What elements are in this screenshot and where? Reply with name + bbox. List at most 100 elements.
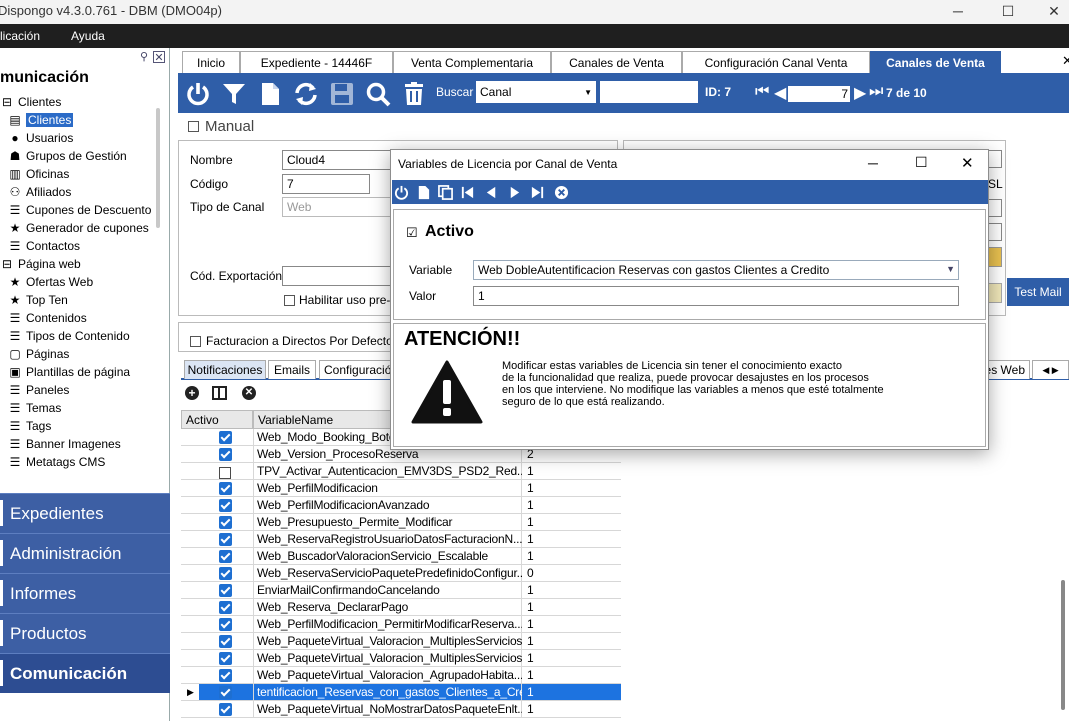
table-row[interactable]: Web_Reserva_DeclararPago 1 bbox=[181, 599, 621, 616]
activo-checkbox[interactable] bbox=[219, 465, 231, 479]
table-row[interactable]: Web_PaqueteVirtual_Valoracion_MultiplesS… bbox=[181, 650, 621, 667]
filter-icon[interactable] bbox=[221, 81, 247, 107]
tree-item[interactable]: ★ Generador de cupones bbox=[8, 219, 149, 237]
manual-checkbox[interactable] bbox=[188, 121, 199, 132]
tree-item[interactable]: ☰ Contactos bbox=[8, 237, 80, 255]
variable-select[interactable]: Web DobleAutentificacion Reservas con ga… bbox=[473, 260, 959, 280]
dialog-maximize-icon[interactable]: ☐ bbox=[915, 154, 928, 171]
activo-checkbox[interactable] bbox=[219, 635, 232, 651]
power-icon[interactable] bbox=[185, 81, 211, 107]
table-row[interactable]: Web_PerfilModificacionAvanzado 1 bbox=[181, 497, 621, 514]
tree-item[interactable]: ☰ Cupones de Descuento bbox=[8, 201, 152, 219]
tab-expediente[interactable]: Expediente - 14446F bbox=[240, 51, 393, 73]
table-row[interactable]: TPV_Activar_Autenticacion_EMV3DS_PSD2_Re… bbox=[181, 463, 621, 480]
table-row[interactable]: Web_ReservaServicioPaquetePredefinidoCon… bbox=[181, 565, 621, 582]
record-number-input[interactable]: 7 bbox=[788, 86, 850, 102]
tree-item[interactable]: ⚇ Afiliados bbox=[8, 183, 72, 201]
dialog-minimize-icon[interactable]: ─ bbox=[868, 155, 878, 171]
habilitar-checkbox[interactable] bbox=[284, 295, 295, 306]
maximize-button[interactable]: ☐ bbox=[985, 0, 1031, 22]
activo-checkbox[interactable] bbox=[219, 516, 232, 532]
refresh-icon[interactable] bbox=[293, 81, 319, 107]
last-record-icon[interactable]: ⏭ bbox=[869, 83, 883, 101]
dialog-last-icon[interactable] bbox=[529, 184, 545, 200]
activo-checkbox[interactable] bbox=[219, 448, 232, 464]
tree-item[interactable]: ☰ Contenidos bbox=[8, 309, 87, 327]
activo-checkbox[interactable] bbox=[219, 703, 232, 719]
nombre-input[interactable]: Cloud4 bbox=[282, 150, 392, 170]
subtab-configuracion[interactable]: Configuració bbox=[319, 360, 391, 379]
menu-item-ayuda[interactable]: Ayuda bbox=[71, 29, 105, 43]
close-tab-icon[interactable]: ✕ bbox=[1062, 53, 1069, 69]
tree-item[interactable]: ★ Top Ten bbox=[8, 291, 68, 309]
buscar-field-select[interactable]: Canal ▼ bbox=[476, 81, 596, 103]
minimize-button[interactable]: ─ bbox=[935, 0, 981, 22]
menu-item-aplicacion[interactable]: licación bbox=[0, 29, 40, 43]
activo-checkbox[interactable] bbox=[219, 686, 232, 702]
add-icon[interactable]: + bbox=[185, 386, 199, 400]
tree-item[interactable]: ☰ Tags bbox=[8, 417, 52, 435]
tree-scrollbar[interactable] bbox=[156, 108, 160, 228]
nav-productos[interactable]: Productos bbox=[0, 613, 170, 653]
close-window-button[interactable]: ✕ bbox=[1031, 0, 1069, 22]
tree-item[interactable]: ▤ Clientes bbox=[8, 111, 74, 129]
nav-comunicacion[interactable]: Comunicación bbox=[0, 653, 170, 693]
dialog-next-icon[interactable] bbox=[506, 184, 522, 200]
tab-inicio[interactable]: Inicio bbox=[182, 51, 240, 73]
tree-item[interactable]: ⊟ Clientes bbox=[0, 93, 61, 111]
tree-item[interactable]: ☰ Tipos de Contenido bbox=[8, 327, 130, 345]
table-row[interactable]: Web_Presupuesto_Permite_Modificar 1 bbox=[181, 514, 621, 531]
facturacion-checkbox[interactable] bbox=[190, 336, 201, 347]
pin-icon[interactable]: ⚲ bbox=[138, 51, 150, 63]
table-row[interactable]: Web_ReservaRegistroUsuarioDatosFacturaci… bbox=[181, 531, 621, 548]
tab-canales-venta[interactable]: Canales de Venta bbox=[551, 51, 682, 73]
tree-item[interactable]: ☰ Banner Imagenes bbox=[8, 435, 121, 453]
trash-icon[interactable] bbox=[401, 81, 427, 107]
first-record-icon[interactable]: ⏮ bbox=[755, 83, 769, 101]
tree-item[interactable]: ⊟ Página web bbox=[0, 255, 81, 273]
dialog-new-icon[interactable] bbox=[415, 184, 431, 200]
tree-item[interactable]: ▢ Páginas bbox=[8, 345, 69, 363]
dialog-cancel-icon[interactable] bbox=[553, 184, 569, 200]
table-row[interactable]: Web_BuscadorValoracionServicio_Escalable… bbox=[181, 548, 621, 565]
activo-checkbox[interactable] bbox=[219, 584, 232, 600]
activo-checkbox[interactable] bbox=[219, 482, 232, 498]
table-row[interactable]: Web_PaqueteVirtual_Valoracion_AgrupadoHa… bbox=[181, 667, 621, 684]
subtab-notificaciones[interactable]: Notificaciones bbox=[184, 360, 266, 379]
tree-item[interactable]: ▥ Oficinas bbox=[8, 165, 69, 183]
activo-checkbox[interactable] bbox=[219, 550, 232, 566]
color-swatch[interactable] bbox=[988, 247, 1002, 267]
dialog-prev-icon[interactable] bbox=[483, 184, 499, 200]
activo-checkbox[interactable] bbox=[219, 601, 232, 617]
remove-icon[interactable]: ✕ bbox=[242, 386, 256, 400]
tree-item[interactable]: ★ Ofertas Web bbox=[8, 273, 94, 291]
tree-item[interactable]: ☰ Temas bbox=[8, 399, 62, 417]
table-row[interactable]: Web_PaqueteVirtual_Valoracion_MultiplesS… bbox=[181, 633, 621, 650]
close-panel-icon[interactable]: ✕ bbox=[153, 51, 165, 64]
main-scrollbar[interactable] bbox=[1061, 580, 1065, 710]
search-icon[interactable] bbox=[365, 81, 391, 107]
nav-expedientes[interactable]: Expedientes bbox=[0, 493, 170, 533]
table-row[interactable]: ▶ tentificacion_Reservas_con_gastos_Clien… bbox=[181, 684, 621, 701]
tree-item[interactable]: ▣ Plantillas de página bbox=[8, 363, 130, 381]
side-input-4[interactable] bbox=[988, 283, 1002, 303]
export-input[interactable] bbox=[282, 266, 392, 286]
activo-checkbox[interactable] bbox=[219, 669, 232, 685]
tree-item[interactable]: ☰ Metatags CMS bbox=[8, 453, 106, 471]
search-input[interactable] bbox=[600, 81, 698, 103]
valor-input[interactable]: 1 bbox=[473, 286, 959, 306]
new-document-icon[interactable] bbox=[257, 81, 283, 107]
next-record-icon[interactable]: ▶ bbox=[854, 83, 866, 103]
tab-canales-venta-active[interactable]: Canales de Venta bbox=[870, 51, 1001, 73]
dialog-power-icon[interactable] bbox=[393, 184, 409, 200]
dialog-copy-icon[interactable] bbox=[437, 184, 453, 200]
grid-header-activo[interactable]: Activo bbox=[181, 410, 253, 429]
subtab-scroll-arrows[interactable]: ◀ ▶ bbox=[1032, 360, 1069, 379]
activo-checkbox[interactable] bbox=[219, 431, 232, 447]
columns-icon[interactable] bbox=[212, 386, 227, 400]
tree-item[interactable]: ● Usuarios bbox=[8, 129, 73, 147]
table-row[interactable]: Web_PerfilModificacion 1 bbox=[181, 480, 621, 497]
save-icon[interactable] bbox=[329, 81, 355, 107]
tab-venta-complementaria[interactable]: Venta Complementaria bbox=[393, 51, 551, 73]
side-input-1[interactable] bbox=[988, 150, 1002, 168]
